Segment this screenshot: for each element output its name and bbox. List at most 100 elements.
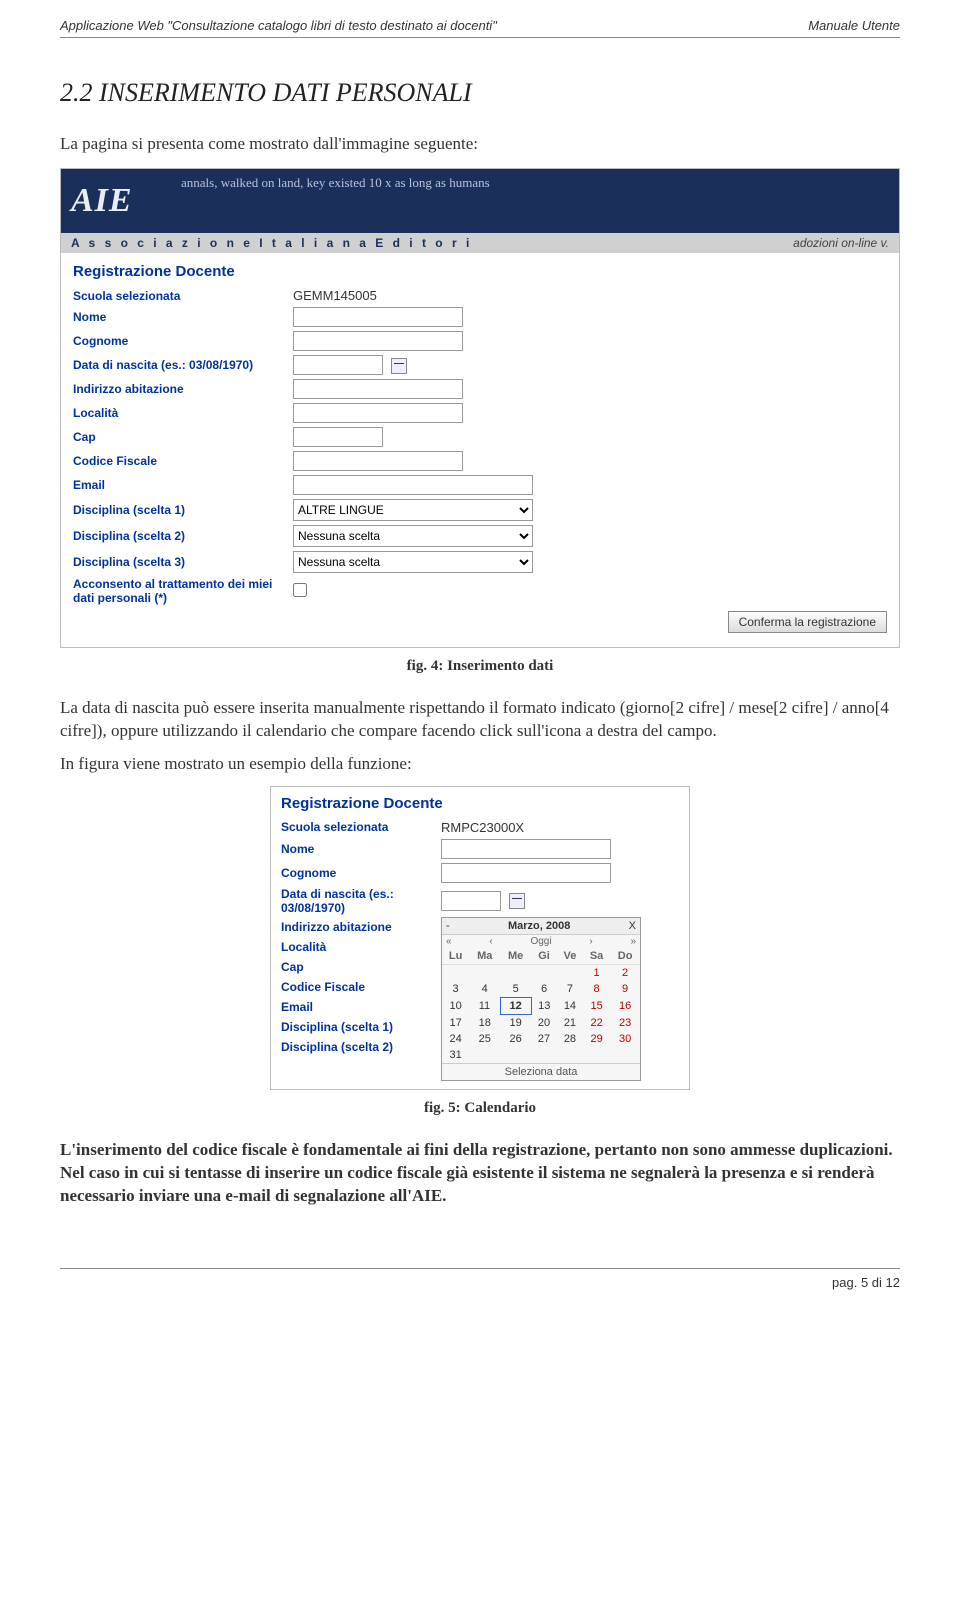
calendar-day-header: Me (500, 948, 531, 965)
calendar-day-cell[interactable]: 25 (469, 1031, 500, 1047)
calendar-day-cell (469, 1047, 500, 1063)
label-disciplina3: Disciplina (scelta 3) (73, 551, 293, 573)
calendar-day-cell (531, 964, 557, 981)
label-disciplina2: Disciplina (scelta 2) (73, 525, 293, 547)
calendar-day-cell[interactable]: 29 (583, 1031, 610, 1047)
calendar-next-month[interactable]: › (589, 936, 592, 947)
calendar-icon[interactable] (509, 893, 525, 909)
value-scuola: GEMM145005 (293, 288, 887, 303)
doc-header: Applicazione Web "Consultazione catalogo… (60, 18, 900, 38)
calendar-day-cell (557, 964, 583, 981)
screenshot-registration-form: AIE annals, walked on land, key existed … (60, 168, 900, 648)
label-disciplina1: Disciplina (scelta 1) (73, 499, 293, 521)
calendar-day-cell[interactable]: 22 (583, 1014, 610, 1031)
label-codice-fiscale: Codice Fiscale (73, 451, 293, 471)
calendar-prev-month[interactable]: ‹ (489, 936, 492, 947)
calendar-day-cell[interactable]: 10 (442, 997, 469, 1014)
calendar-day-cell[interactable]: 19 (500, 1014, 531, 1031)
label2-nome: Nome (281, 839, 441, 859)
input-indirizzo[interactable] (293, 379, 463, 399)
calendar-day-cell (500, 964, 531, 981)
calendar-back[interactable]: - (446, 920, 450, 932)
checkbox-consent[interactable] (293, 583, 307, 597)
calendar-day-cell[interactable]: 14 (557, 997, 583, 1014)
calendar-day-cell[interactable]: 31 (442, 1047, 469, 1063)
calendar-prev-year[interactable]: « (446, 936, 452, 947)
select-disciplina1[interactable]: ALTRE LINGUE (293, 499, 533, 521)
input-cap[interactable] (293, 427, 383, 447)
section-title: 2.2 INSERIMENTO DATI PERSONALI (60, 78, 900, 108)
calendar-day-cell[interactable]: 2 (610, 964, 640, 981)
calendar-day-cell[interactable]: 30 (610, 1031, 640, 1047)
calendar-day-cell[interactable]: 1 (583, 964, 610, 981)
calendar-today[interactable]: Oggi (530, 936, 551, 947)
label-cap: Cap (73, 427, 293, 447)
calendar-day-header: Gi (531, 948, 557, 965)
calendar-popup: - Marzo, 2008 X « ‹ Oggi › » LuMaMeG (441, 917, 641, 1081)
calendar-day-cell[interactable]: 12 (500, 997, 531, 1014)
input-nome[interactable] (293, 307, 463, 327)
calendar-day-cell[interactable]: 11 (469, 997, 500, 1014)
calendar-day-cell[interactable]: 17 (442, 1014, 469, 1031)
aie-subbar: A s s o c i a z i o n e I t a l i a n a … (61, 233, 899, 253)
input-email[interactable] (293, 475, 533, 495)
label2-data: Data di nascita (es.: 03/08/1970) (281, 887, 441, 915)
select-disciplina3[interactable]: Nessuna scelta (293, 551, 533, 573)
calendar-day-cell[interactable]: 8 (583, 981, 610, 998)
label-data-nascita: Data di nascita (es.: 03/08/1970) (73, 355, 293, 375)
input-cognome[interactable] (293, 331, 463, 351)
calendar-day-cell[interactable]: 3 (442, 981, 469, 998)
calendar-day-cell (442, 964, 469, 981)
screenshot-calendar: Registrazione Docente Scuola selezionata… (270, 786, 690, 1090)
label-cognome: Cognome (73, 331, 293, 351)
input2-cognome[interactable] (441, 863, 611, 883)
figure-caption-4: fig. 4: Inserimento dati (60, 658, 900, 675)
label-localita: Località (73, 403, 293, 423)
input2-nome[interactable] (441, 839, 611, 859)
calendar-close[interactable]: X (629, 920, 636, 932)
header-left: Applicazione Web "Consultazione catalogo… (60, 18, 497, 33)
select-disciplina2[interactable]: Nessuna scelta (293, 525, 533, 547)
form-title: Registrazione Docente (73, 263, 887, 280)
calendar-day-cell[interactable]: 6 (531, 981, 557, 998)
input-data-nascita[interactable] (293, 355, 383, 375)
calendar-day-cell[interactable]: 28 (557, 1031, 583, 1047)
calendar-day-cell[interactable]: 13 (531, 997, 557, 1014)
confirm-registration-button[interactable]: Conferma la registrazione (728, 611, 887, 633)
body-paragraph-1: La data di nascita può essere inserita m… (60, 697, 900, 743)
value2-scuola: RMPC23000X (441, 820, 679, 835)
calendar-day-cell[interactable]: 4 (469, 981, 500, 998)
calendar-day-cell (469, 964, 500, 981)
input-codice-fiscale[interactable] (293, 451, 463, 471)
calendar-day-cell[interactable]: 20 (531, 1014, 557, 1031)
calendar-day-cell[interactable]: 26 (500, 1031, 531, 1047)
calendar-month: Marzo, 2008 (508, 920, 570, 932)
calendar-day-cell[interactable]: 9 (610, 981, 640, 998)
calendar-day-cell (610, 1047, 640, 1063)
body-paragraph-3: L'inserimento del codice fiscale è fonda… (60, 1139, 900, 1208)
calendar-day-header: Sa (583, 948, 610, 965)
calendar-day-cell[interactable]: 7 (557, 981, 583, 998)
calendar-day-cell (557, 1047, 583, 1063)
input-localita[interactable] (293, 403, 463, 423)
label-nome: Nome (73, 307, 293, 327)
calendar-day-cell[interactable]: 5 (500, 981, 531, 998)
aie-banner: AIE annals, walked on land, key existed … (61, 169, 899, 233)
calendar-day-cell[interactable]: 23 (610, 1014, 640, 1031)
form2-title: Registrazione Docente (281, 795, 679, 812)
calendar-next-year[interactable]: » (630, 936, 636, 947)
banner-script: annals, walked on land, key existed 10 x… (181, 175, 490, 191)
calendar-day-header: Ve (557, 948, 583, 965)
calendar-day-cell[interactable]: 24 (442, 1031, 469, 1047)
calendar-day-cell[interactable]: 15 (583, 997, 610, 1014)
label-indirizzo: Indirizzo abitazione (73, 379, 293, 399)
intro-text: La pagina si presenta come mostrato dall… (60, 134, 900, 154)
input2-data[interactable] (441, 891, 501, 911)
calendar-day-cell[interactable]: 27 (531, 1031, 557, 1047)
calendar-icon[interactable] (391, 358, 407, 374)
calendar-day-cell (531, 1047, 557, 1063)
calendar-day-cell[interactable]: 21 (557, 1014, 583, 1031)
calendar-day-cell[interactable]: 16 (610, 997, 640, 1014)
calendar-day-cell[interactable]: 18 (469, 1014, 500, 1031)
label-email: Email (73, 475, 293, 495)
